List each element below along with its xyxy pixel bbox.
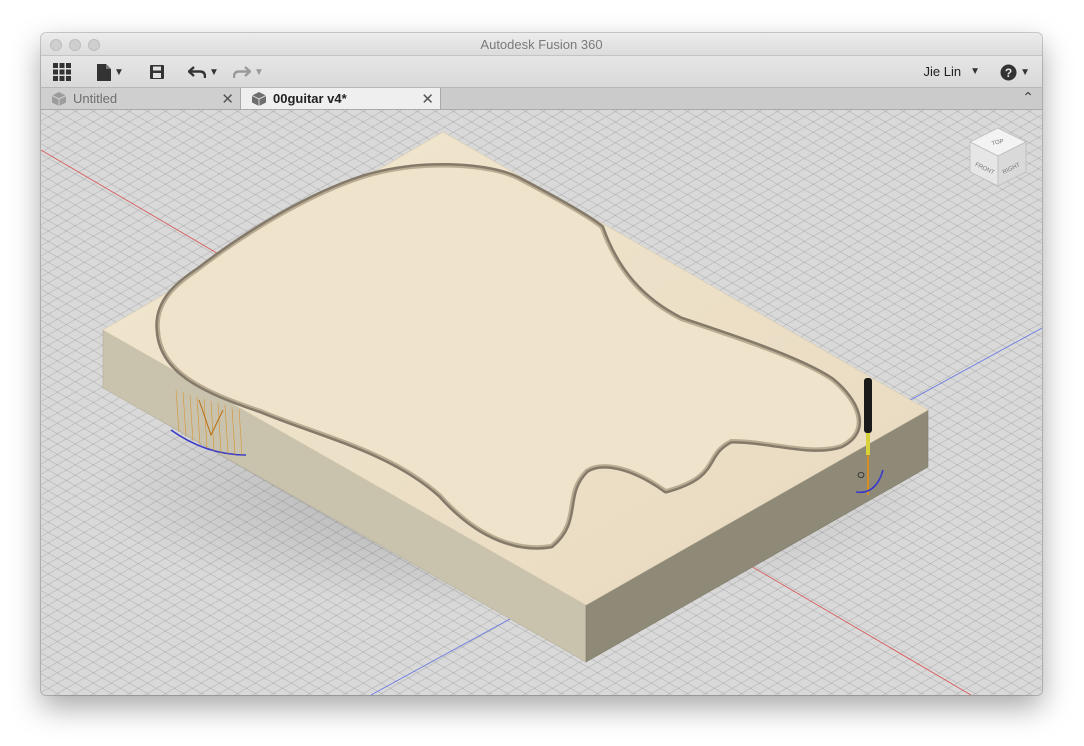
user-name: Jie Lin — [923, 64, 962, 79]
chevron-down-icon: ▼ — [254, 66, 264, 78]
undo-icon — [188, 66, 206, 78]
close-icon[interactable]: ✕ — [221, 90, 234, 108]
tab-00guitar[interactable]: 00guitar v4* ✕ — [241, 88, 441, 109]
redo-button[interactable]: ▼ — [233, 62, 264, 82]
canvas-viewport[interactable]: TOP FRONT RIGHT — [41, 110, 1042, 695]
tab-label: Untitled — [73, 91, 118, 106]
window-title: Autodesk Fusion 360 — [480, 37, 603, 52]
close-icon[interactable]: ✕ — [421, 90, 434, 108]
tab-untitled[interactable]: Untitled ✕ — [41, 88, 241, 109]
svg-text:?: ? — [1005, 66, 1012, 80]
model-scene[interactable]: TOP FRONT RIGHT — [41, 110, 1042, 695]
save-icon — [150, 65, 164, 79]
chevron-up-icon[interactable]: ⌃ — [1022, 89, 1034, 106]
help-button[interactable]: ? ▼ — [1000, 62, 1030, 82]
chevron-down-icon: ▼ — [970, 66, 980, 77]
chevron-down-icon: ▼ — [114, 66, 124, 78]
chevron-down-icon: ▼ — [209, 66, 219, 78]
title-bar: Autodesk Fusion 360 — [41, 33, 1042, 56]
save-button[interactable] — [150, 62, 164, 82]
help-icon: ? — [1000, 64, 1017, 80]
data-panel-button[interactable] — [53, 62, 71, 82]
viewcube[interactable]: TOP FRONT RIGHT — [969, 127, 1027, 187]
undo-button[interactable]: ▼ — [188, 62, 219, 82]
document-tab-bar: Untitled ✕ 00guitar v4* ✕ ⌃ — [41, 88, 1042, 110]
toolbar: ▼ ▼ ▼ Jie Lin ▼ ? ▼ — [41, 56, 1042, 88]
file-menu-button[interactable]: ▼ — [97, 62, 124, 82]
user-menu[interactable]: Jie Lin ▼ — [924, 64, 980, 79]
chevron-down-icon: ▼ — [1020, 66, 1030, 78]
component-icon — [251, 91, 267, 106]
tab-label: 00guitar v4* — [273, 91, 347, 106]
component-icon — [51, 91, 67, 106]
file-icon — [97, 63, 111, 81]
grid-icon — [53, 63, 71, 81]
app-window: Autodesk Fusion 360 ▼ ▼ ▼ Jie Lin ▼ ? ▼ … — [41, 33, 1042, 695]
redo-icon — [233, 66, 251, 78]
